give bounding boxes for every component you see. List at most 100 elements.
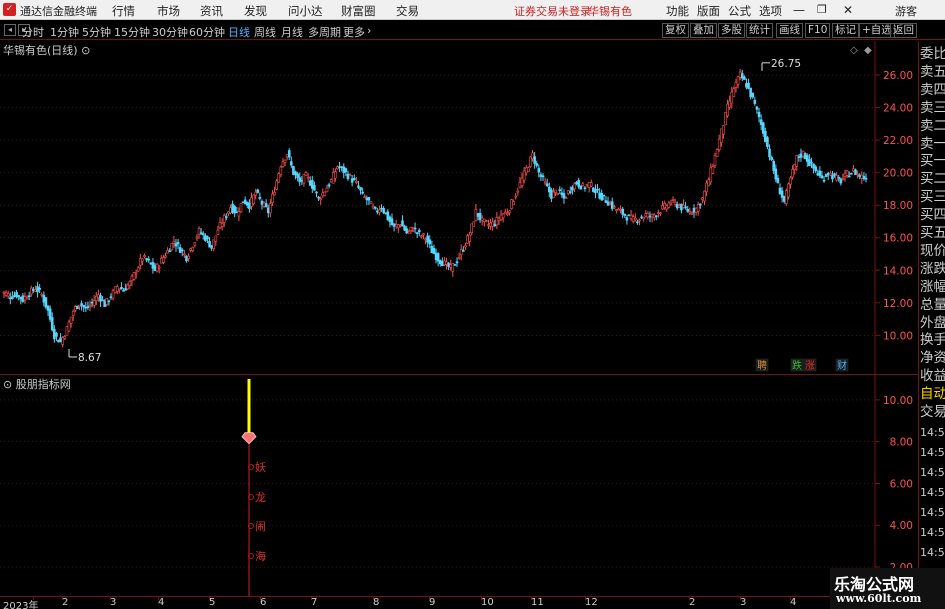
candle-body bbox=[722, 125, 725, 135]
expand-icon[interactable]: ◆ bbox=[864, 45, 872, 56]
statistics-button[interactable]: 统计 bbox=[746, 23, 773, 38]
candle-body bbox=[673, 201, 677, 205]
candle-body bbox=[533, 156, 536, 164]
event-badge[interactable]: 财 bbox=[835, 358, 849, 372]
candle-body bbox=[545, 183, 549, 186]
candle-body bbox=[378, 209, 381, 213]
sub-chart-toggle-icon[interactable]: ⊙ bbox=[3, 378, 12, 391]
menu-layout[interactable]: 版面 bbox=[697, 3, 720, 19]
close-icon[interactable]: ✕ bbox=[843, 3, 853, 17]
candle-body bbox=[552, 191, 555, 198]
candle-body bbox=[543, 181, 547, 184]
period-more[interactable]: 更多 bbox=[343, 24, 365, 40]
candle-body bbox=[751, 92, 755, 98]
candle-body bbox=[447, 263, 450, 268]
period-1min[interactable]: 1分钟 bbox=[50, 24, 79, 40]
menu-ask-xiaoda[interactable]: 问小达 bbox=[288, 3, 323, 19]
candle-body bbox=[835, 175, 838, 181]
event-badge[interactable]: 跌 bbox=[790, 358, 804, 372]
candle-body bbox=[27, 295, 31, 298]
candle-body bbox=[772, 160, 776, 171]
draw-line-button[interactable]: 画线 bbox=[776, 23, 803, 38]
period-5min[interactable]: 5分钟 bbox=[82, 24, 111, 40]
candle-body bbox=[168, 250, 171, 253]
sub-chart-title[interactable]: ⊙ 股朋指标网 bbox=[3, 376, 71, 392]
candle-body bbox=[315, 191, 318, 194]
multi-stock-button[interactable]: 多股 bbox=[718, 23, 745, 38]
menu-quotes[interactable]: 行情 bbox=[112, 3, 135, 19]
main-chart-title[interactable]: 华锡有色(日线) ⊙ bbox=[3, 42, 90, 58]
candle-body bbox=[178, 247, 182, 253]
candle-body bbox=[214, 235, 218, 242]
menu-discover[interactable]: 发现 bbox=[244, 3, 267, 19]
menu-trade[interactable]: 交易 bbox=[396, 3, 419, 19]
mark-button[interactable]: 标记 bbox=[832, 23, 859, 38]
candle-body bbox=[506, 213, 509, 215]
login-status[interactable]: 证券交易未登录 bbox=[514, 3, 591, 19]
candle-body bbox=[42, 294, 46, 303]
period-multi[interactable]: 多周期 bbox=[308, 24, 341, 40]
candle-body bbox=[468, 234, 471, 242]
minimize-icon[interactable]: — bbox=[793, 3, 805, 17]
candle-body bbox=[831, 175, 834, 180]
period-15min[interactable]: 15分钟 bbox=[114, 24, 150, 40]
period-toolbar: ◂ ▸ 分时 1分钟 5分钟 15分钟 30分钟 60分钟 日线 周线 月线 多… bbox=[0, 21, 945, 40]
event-badge[interactable]: 聘 bbox=[755, 358, 769, 372]
quote-field-label: 14:56 bbox=[920, 526, 945, 539]
menu-function[interactable]: 功能 bbox=[666, 3, 689, 19]
candle-body bbox=[67, 321, 71, 332]
menu-wealth-circle[interactable]: 财富圈 bbox=[341, 3, 376, 19]
restore-rights-button[interactable]: 复权 bbox=[662, 23, 689, 38]
candle-body bbox=[856, 173, 859, 176]
candle-body bbox=[373, 206, 377, 209]
candle-body bbox=[768, 148, 771, 158]
candle-body bbox=[82, 305, 85, 308]
diamond-icon[interactable]: ◇ bbox=[850, 45, 858, 56]
period-daily[interactable]: 日线 bbox=[228, 24, 250, 40]
candle-body bbox=[101, 299, 104, 302]
candle-body bbox=[281, 161, 285, 168]
quote-field-label: 卖二 bbox=[920, 117, 945, 134]
candle-body bbox=[145, 258, 148, 261]
candle-body bbox=[466, 235, 469, 244]
x-tick-mark bbox=[429, 597, 430, 600]
overlay-button[interactable]: 叠加 bbox=[690, 23, 717, 38]
candle-body bbox=[134, 272, 138, 275]
f10-button[interactable]: F10 bbox=[805, 23, 831, 38]
menu-formula[interactable]: 公式 bbox=[728, 3, 751, 19]
candle-body bbox=[218, 222, 222, 229]
candle-body bbox=[80, 303, 83, 306]
candle-body bbox=[147, 258, 151, 261]
chart-settings-icon[interactable]: ⊙ bbox=[81, 44, 90, 57]
title-bar: ✓ 通达信金融终端 行情 市场 资讯 发现 问小达 财富圈 交易 证券交易未登录… bbox=[0, 0, 945, 20]
candle-body bbox=[728, 100, 731, 108]
candle-body bbox=[262, 202, 266, 207]
back-button[interactable]: 返回 bbox=[890, 23, 917, 38]
candle-body bbox=[459, 249, 463, 256]
menu-options[interactable]: 选项 bbox=[759, 3, 782, 19]
candle-body bbox=[321, 192, 325, 197]
period-weekly[interactable]: 周线 bbox=[254, 24, 276, 40]
restore-icon[interactable]: ❐ bbox=[817, 3, 827, 16]
quote-field-label: 委比 bbox=[920, 46, 945, 62]
more-chevron-icon[interactable]: › bbox=[367, 24, 371, 37]
period-monthly[interactable]: 月线 bbox=[281, 24, 303, 40]
menu-market[interactable]: 市场 bbox=[157, 3, 180, 19]
candle-body bbox=[331, 172, 335, 184]
event-badge[interactable]: 涨 bbox=[803, 358, 817, 372]
candle-body bbox=[571, 186, 574, 191]
period-60min[interactable]: 60分钟 bbox=[189, 24, 225, 40]
candle-body bbox=[445, 261, 448, 265]
candle-body bbox=[403, 225, 406, 231]
x-tick-mark bbox=[740, 597, 741, 600]
main-kline-chart[interactable]: 10.00 12.00 14.00 16.00 18.00 20.00 22.00 24.00… bbox=[0, 41, 918, 375]
nav-back-icon[interactable]: ◂ bbox=[4, 24, 16, 36]
candle-body bbox=[638, 219, 641, 222]
date-axis: 2023年 2 3 4 5 6 7 8 9 10 11 12 2 3 4 bbox=[0, 596, 918, 609]
period-tick[interactable]: 分时 bbox=[22, 24, 44, 40]
menu-news[interactable]: 资讯 bbox=[200, 3, 223, 19]
candle-body bbox=[237, 211, 241, 217]
candle-body bbox=[415, 232, 419, 234]
indicator-chart[interactable]: 2.004.006.008.0010.00妖龙闹海 bbox=[0, 375, 918, 596]
period-30min[interactable]: 30分钟 bbox=[152, 24, 188, 40]
